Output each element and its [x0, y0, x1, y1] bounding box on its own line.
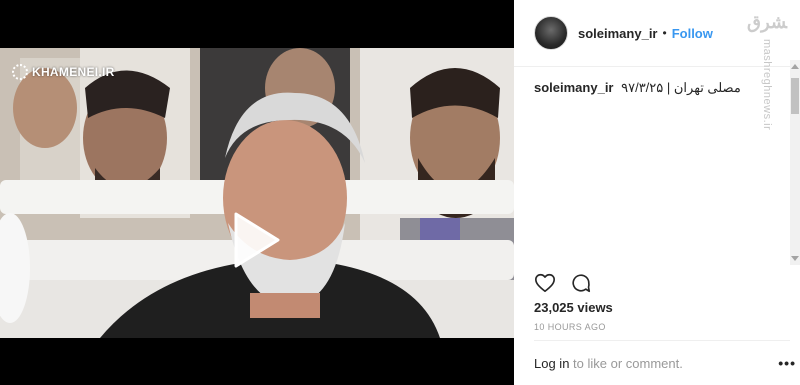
header-separator: •	[662, 26, 667, 40]
caption-text: مصلی تهران | ۹۷/۳/۲۵	[621, 80, 741, 95]
comment-icon[interactable]	[570, 272, 592, 294]
caption-username[interactable]: soleimany_ir	[534, 80, 614, 95]
khamenei-logo-icon	[12, 64, 28, 80]
post-username[interactable]: soleimany_ir	[578, 26, 658, 41]
login-prompt: Log in to like or comment. •••	[534, 355, 795, 371]
khamenei-watermark: KHAMENEI.IR	[12, 64, 115, 80]
post-side-panel: soleimany_ir • Follow ﺸﺮﻕ mashreghnews.i…	[514, 0, 800, 385]
login-suffix: to like or comment.	[569, 355, 683, 371]
scroll-down-arrow-icon[interactable]	[791, 256, 799, 261]
follow-button[interactable]: Follow	[672, 26, 713, 41]
site-watermark: ﺸﺮﻕ mashreghnews.ir	[744, 12, 790, 130]
post-caption: soleimany_ir مصلی تهران | ۹۷/۳/۲۵	[534, 80, 784, 96]
view-count: 23,025 views	[534, 300, 613, 315]
more-options-button[interactable]: •••	[778, 355, 796, 371]
post-timestamp: 10 HOURS AGO	[534, 322, 606, 332]
video-thumbnail	[0, 48, 514, 338]
media-pane: KHAMENEI.IR	[0, 0, 514, 385]
login-link[interactable]: Log in	[534, 356, 569, 371]
watermark-text: KHAMENEI.IR	[32, 65, 115, 79]
heart-icon[interactable]	[534, 272, 556, 294]
post-actions	[534, 272, 592, 294]
play-icon[interactable]	[230, 210, 282, 270]
comments-scrollbar[interactable]	[790, 60, 800, 265]
site-watermark-mark: ﺸﺮﻕ	[747, 12, 787, 33]
video-player[interactable]: KHAMENEI.IR	[0, 48, 514, 338]
avatar[interactable]	[534, 16, 568, 50]
login-prompt-text: Log in to like or comment.	[534, 356, 683, 371]
scroll-thumb[interactable]	[791, 78, 799, 114]
divider	[534, 340, 790, 341]
scroll-up-arrow-icon[interactable]	[791, 64, 799, 69]
